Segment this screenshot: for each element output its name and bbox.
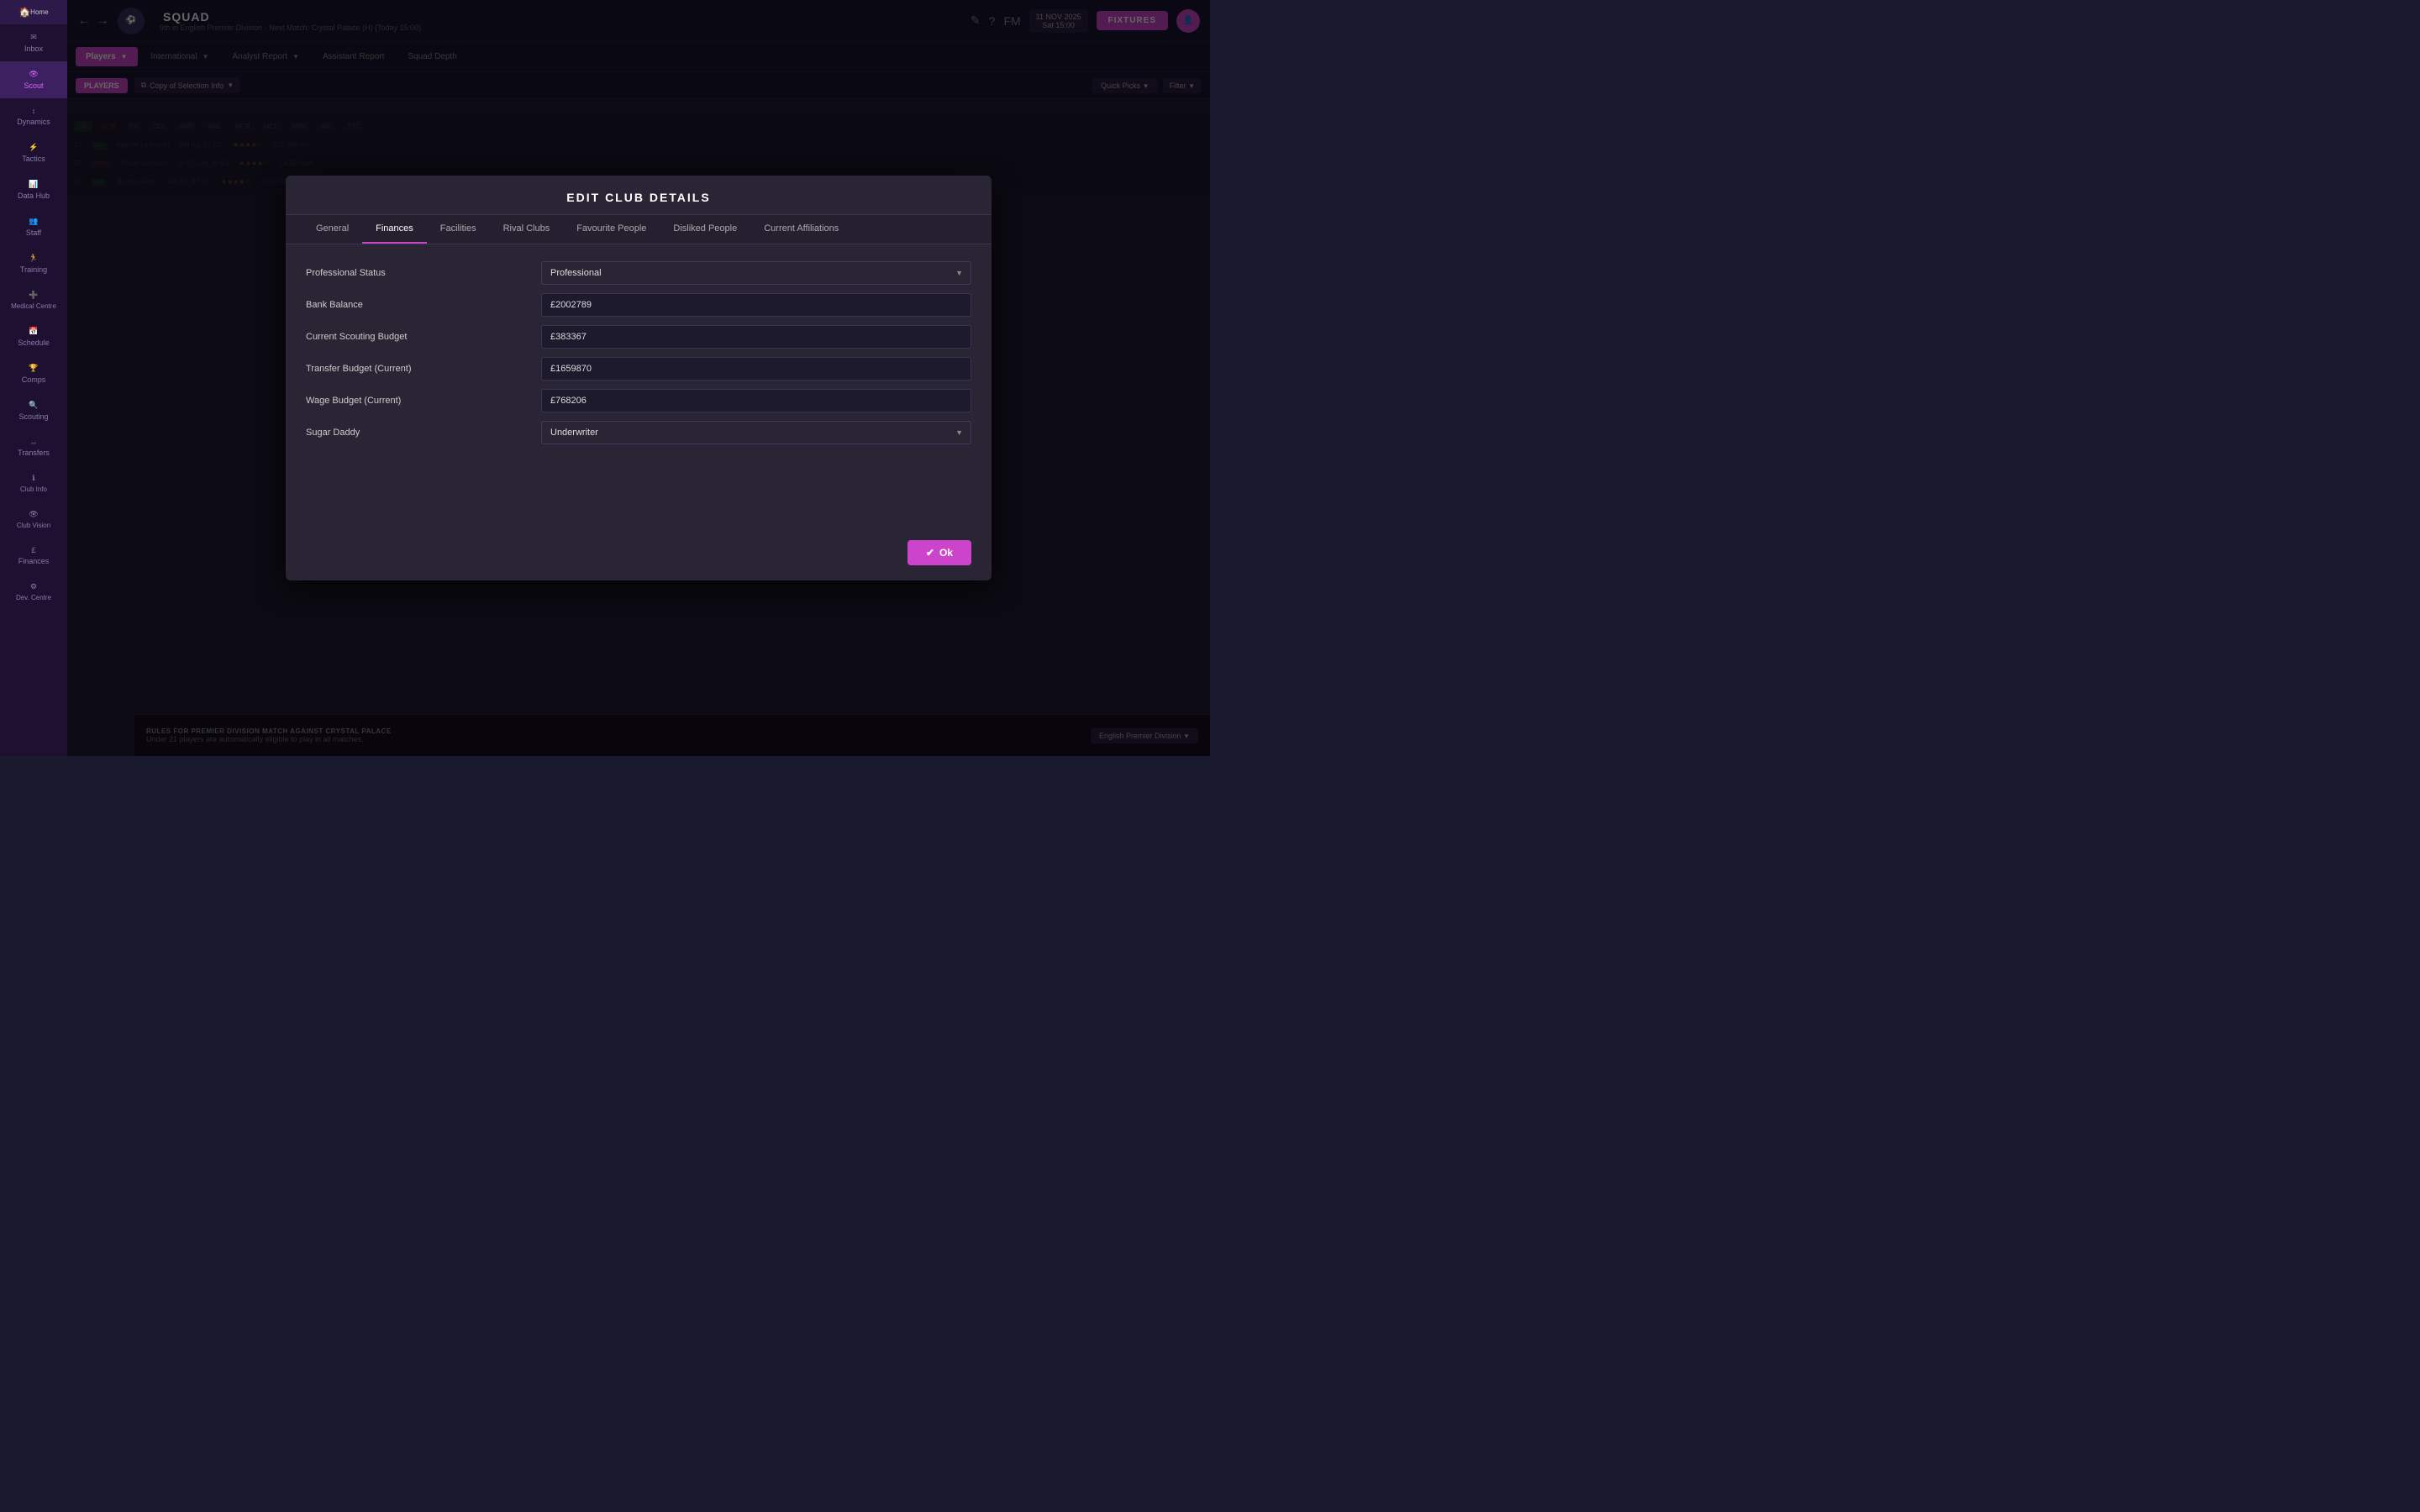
wage-budget-label: Wage Budget (Current) xyxy=(306,396,541,406)
ok-checkmark-icon: ✔ xyxy=(926,547,934,559)
sidebar: 🏠 Home ✉ Inbox 👁 Scout ↕ Dynamics ⚡ Tact… xyxy=(0,0,67,756)
sidebar-item-inbox[interactable]: ✉ Inbox xyxy=(0,24,67,61)
sidebar-item-finances[interactable]: £ Finances xyxy=(0,538,67,574)
sidebar-item-datahub[interactable]: 📊 Data Hub xyxy=(0,171,67,208)
sugar-daddy-select[interactable]: None Underwriter Benefactor Sugar Daddy xyxy=(541,421,971,444)
scouting-budget-input[interactable] xyxy=(541,325,971,349)
modal-footer: ✔ Ok xyxy=(286,530,992,580)
sidebar-item-scout[interactable]: 👁 Scout xyxy=(0,61,67,98)
sidebar-item-competitions[interactable]: 🏆 Comps xyxy=(0,355,67,392)
finances-icon: £ xyxy=(31,546,35,554)
inbox-icon: ✉ xyxy=(30,33,37,42)
devcentre-icon: ⚙ xyxy=(30,582,37,591)
scouting-budget-label: Current Scouting Budget xyxy=(306,332,541,342)
form-row-bank-balance: Bank Balance xyxy=(306,293,971,317)
training-icon: 🏃 xyxy=(29,254,38,263)
schedule-icon: 📅 xyxy=(29,327,38,336)
form-row-scouting-budget: Current Scouting Budget xyxy=(306,325,971,349)
professional-status-label: Professional Status xyxy=(306,268,541,278)
main-content: ← → ⚽ SQUAD 9th in English Premier Divis… xyxy=(67,0,1210,756)
scout-icon: 👁 xyxy=(29,70,38,79)
sugar-daddy-label: Sugar Daddy xyxy=(306,428,541,438)
sidebar-home-label: Home xyxy=(30,8,48,16)
bank-balance-label: Bank Balance xyxy=(306,300,541,310)
form-row-professional-status: Professional Status Amateur Semi-Profess… xyxy=(306,261,971,285)
sidebar-home-item[interactable]: 🏠 Home xyxy=(0,0,67,24)
sidebar-clubvision-label: Club Vision xyxy=(17,522,50,529)
sidebar-item-dynamics[interactable]: ↕ Dynamics xyxy=(0,98,67,134)
home-icon: 🏠 xyxy=(18,7,30,18)
dynamics-icon: ↕ xyxy=(32,107,36,115)
sidebar-item-scouting[interactable]: 🔍 Scouting xyxy=(0,392,67,429)
sidebar-item-clubvision[interactable]: 👁 Club Vision xyxy=(0,501,67,538)
modal-tab-finances[interactable]: Finances xyxy=(362,215,427,244)
modal-title: EDIT CLUB DETAILS xyxy=(286,176,992,215)
sidebar-item-staff[interactable]: 👥 Staff xyxy=(0,208,67,245)
ok-button[interactable]: ✔ Ok xyxy=(908,540,971,565)
sidebar-item-clubinfo[interactable]: ℹ Club Info xyxy=(0,465,67,501)
sidebar-item-transfers[interactable]: ↔ Transfers xyxy=(0,429,67,465)
clubvision-icon: 👁 xyxy=(29,510,38,519)
modal-tab-current-affiliations[interactable]: Current Affiliations xyxy=(750,215,852,244)
modal-tab-bar: General Finances Facilities Rival Clubs … xyxy=(286,215,992,244)
form-row-sugar-daddy: Sugar Daddy None Underwriter Benefactor … xyxy=(306,421,971,444)
tactics-icon: ⚡ xyxy=(29,143,38,152)
form-row-transfer-budget: Transfer Budget (Current) xyxy=(306,357,971,381)
transfer-budget-label: Transfer Budget (Current) xyxy=(306,364,541,374)
datahub-icon: 📊 xyxy=(29,180,38,189)
modal-tab-favourite-people[interactable]: Favourite People xyxy=(563,215,660,244)
sidebar-item-tactics[interactable]: ⚡ Tactics xyxy=(0,134,67,171)
transfers-icon: ↔ xyxy=(30,438,38,446)
sidebar-clubinfo-label: Club Info xyxy=(20,486,47,493)
professional-status-select[interactable]: Amateur Semi-Professional Professional xyxy=(541,261,971,285)
wage-budget-input[interactable] xyxy=(541,389,971,412)
edit-club-details-modal: EDIT CLUB DETAILS General Finances Facil… xyxy=(286,176,992,580)
scouting-icon: 🔍 xyxy=(29,401,38,410)
bank-balance-input[interactable] xyxy=(541,293,971,317)
staff-icon: 👥 xyxy=(29,217,38,226)
transfer-budget-input[interactable] xyxy=(541,357,971,381)
sidebar-devcentre-label: Dev. Centre xyxy=(16,594,51,601)
modal-body: Professional Status Amateur Semi-Profess… xyxy=(286,244,992,530)
clubinfo-icon: ℹ xyxy=(32,474,34,483)
medical-icon: ➕ xyxy=(29,291,38,300)
modal-tab-disliked-people[interactable]: Disliked People xyxy=(660,215,750,244)
modal-tab-general[interactable]: General xyxy=(302,215,362,244)
sidebar-item-training[interactable]: 🏃 Training xyxy=(0,245,67,282)
professional-status-select-wrapper: Amateur Semi-Professional Professional xyxy=(541,261,971,285)
modal-tab-rival-clubs[interactable]: Rival Clubs xyxy=(490,215,564,244)
sidebar-item-medical[interactable]: ➕ Medical Centre xyxy=(0,282,67,318)
sugar-daddy-select-wrapper: None Underwriter Benefactor Sugar Daddy xyxy=(541,421,971,444)
sidebar-medical-label: Medical Centre xyxy=(11,302,56,310)
sidebar-item-schedule[interactable]: 📅 Schedule xyxy=(0,318,67,355)
competitions-icon: 🏆 xyxy=(29,364,38,373)
form-row-wage-budget: Wage Budget (Current) xyxy=(306,389,971,412)
modal-tab-facilities[interactable]: Facilities xyxy=(427,215,490,244)
sidebar-item-devcentre[interactable]: ⚙ Dev. Centre xyxy=(0,574,67,610)
